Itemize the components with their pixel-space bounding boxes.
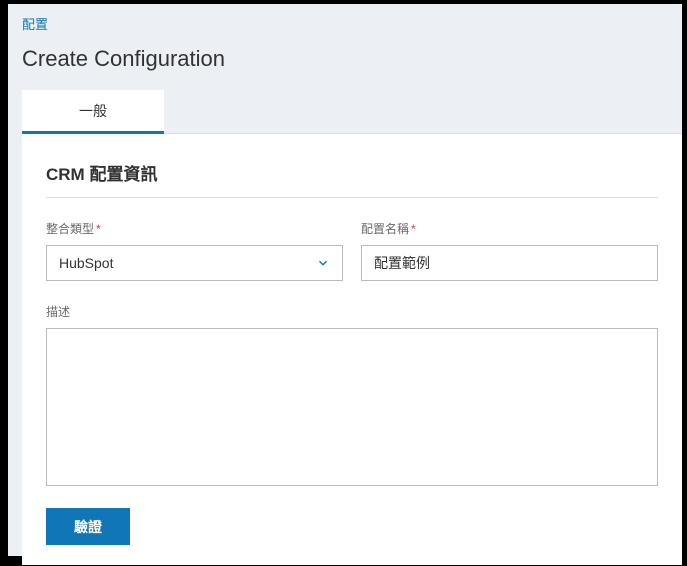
tabs-row: 一般 [22, 90, 682, 134]
breadcrumb: 配置 [8, 4, 682, 40]
label-config-name-text: 配置名稱 [361, 222, 409, 236]
validate-button[interactable]: 驗證 [46, 508, 130, 545]
integration-type-select[interactable]: HubSpot [46, 245, 343, 281]
field-config-name: 配置名稱* [361, 220, 658, 281]
config-name-input[interactable] [361, 245, 658, 281]
form-row-1: 整合類型* HubSpot 配置名稱* [46, 220, 658, 281]
label-integration-type-text: 整合類型 [46, 222, 94, 236]
tab-general-label: 一般 [79, 101, 107, 121]
page-title: Create Configuration [8, 40, 682, 90]
chevron-down-icon [316, 256, 330, 270]
label-description: 描述 [46, 303, 658, 320]
label-config-name: 配置名稱* [361, 220, 658, 237]
tab-spacer [164, 90, 682, 134]
required-star: * [96, 222, 101, 236]
tab-general[interactable]: 一般 [22, 90, 164, 134]
section-heading: CRM 配置資訊 [46, 160, 658, 198]
form-row-2: 描述 [46, 303, 658, 486]
field-integration-type: 整合類型* HubSpot [46, 220, 343, 281]
breadcrumb-link-config[interactable]: 配置 [22, 17, 48, 32]
integration-type-value: HubSpot [59, 255, 113, 271]
required-star: * [411, 222, 416, 236]
page-container: 配置 Create Configuration 一般 CRM 配置資訊 整合類型… [8, 4, 682, 556]
label-description-text: 描述 [46, 305, 70, 319]
label-integration-type: 整合類型* [46, 220, 343, 237]
form-panel: CRM 配置資訊 整合類型* HubSpot 配置名稱* [22, 134, 682, 565]
description-textarea[interactable] [46, 328, 658, 486]
field-description: 描述 [46, 303, 658, 486]
content-wrapper: 一般 CRM 配置資訊 整合類型* HubSpot [22, 90, 682, 565]
button-row: 驗證 [46, 508, 658, 545]
